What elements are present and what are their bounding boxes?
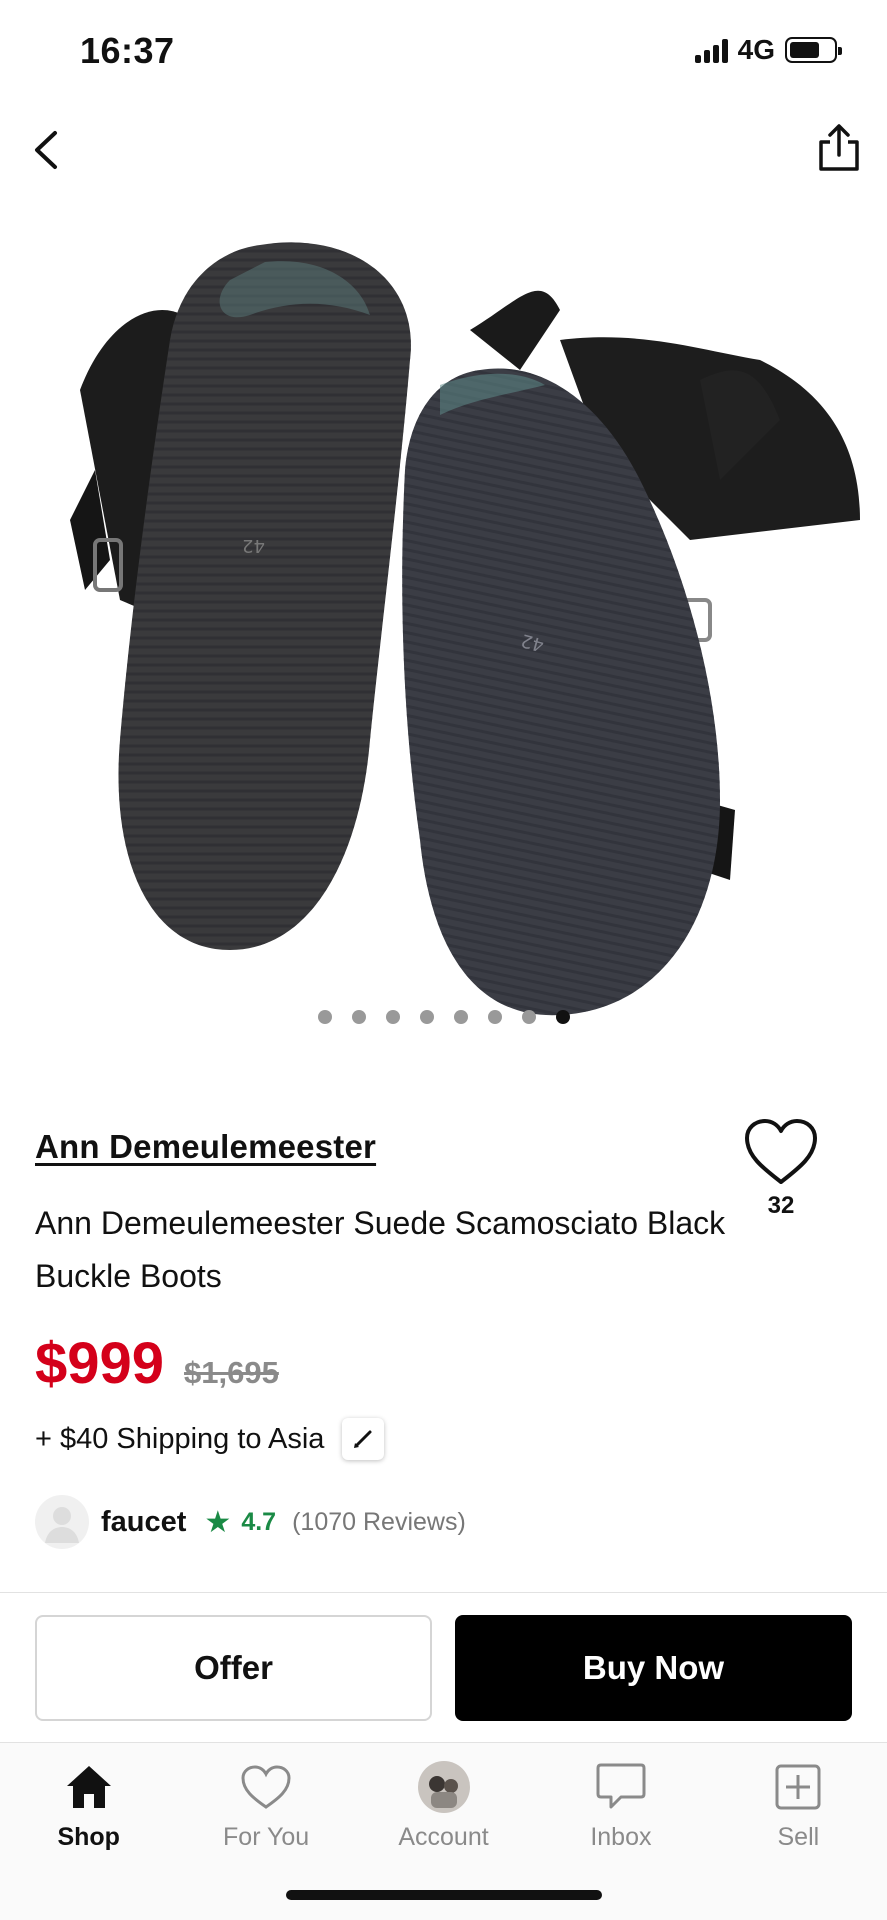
edit-shipping-button[interactable]: [342, 1418, 385, 1460]
network-type: 4G: [737, 34, 775, 65]
pencil-icon: [354, 1430, 372, 1448]
tab-label: Sell: [777, 1823, 820, 1851]
share-icon: [819, 124, 859, 171]
seller-name[interactable]: faucet: [101, 1506, 186, 1539]
avatar-icon: [414, 1757, 474, 1817]
status-bar: 16:37 4G: [0, 0, 887, 100]
heart-icon: [745, 1119, 817, 1184]
seller-avatar: [35, 1495, 89, 1549]
carousel-dot[interactable]: [317, 1010, 332, 1024]
tab-label: For You: [223, 1823, 310, 1851]
seller-rating: 4.7: [241, 1507, 277, 1536]
tab-label: Account: [398, 1823, 489, 1851]
price: $999: [35, 1331, 165, 1396]
carousel-dot[interactable]: [521, 1010, 536, 1024]
share-button[interactable]: [809, 116, 869, 180]
carousel-dot[interactable]: [555, 1010, 570, 1024]
image-carousel-dots[interactable]: [0, 1010, 887, 1024]
tab-label: Inbox: [590, 1823, 652, 1851]
home-icon: [59, 1757, 119, 1817]
tab-label: Shop: [57, 1823, 120, 1851]
brand-link[interactable]: Ann Demeulemeester: [35, 1128, 376, 1166]
back-button[interactable]: [18, 122, 74, 178]
carousel-dot[interactable]: [487, 1010, 502, 1024]
tab-shop[interactable]: Shop: [0, 1743, 177, 1920]
shipping-row: + $40 Shipping to Asia: [35, 1418, 385, 1460]
seller-row[interactable]: faucet ★ 4.7 (1070 Reviews): [35, 1495, 466, 1549]
tab-bar: Shop For You Account Inbox Sell: [0, 1742, 887, 1920]
like-count: 32: [767, 1192, 795, 1219]
price-row: $999 $1,695: [35, 1330, 279, 1397]
chevron-left-icon: [35, 131, 57, 169]
boots-photo: 42 42: [70, 242, 860, 1016]
home-indicator[interactable]: [286, 1890, 602, 1900]
signal-icon: [694, 37, 728, 63]
carousel-dot[interactable]: [453, 1010, 468, 1024]
product-image[interactable]: 42 42: [0, 220, 887, 1020]
like-button[interactable]: 32: [743, 1118, 819, 1220]
status-indicators: 4G: [694, 34, 842, 66]
plus-square-icon: [768, 1757, 828, 1817]
heart-icon: [236, 1757, 296, 1817]
product-title: Ann Demeulemeester Suede Scamosciato Bla…: [35, 1205, 726, 1294]
shipping-text: + $40 Shipping to Asia: [35, 1422, 325, 1455]
carousel-dot[interactable]: [419, 1010, 434, 1024]
top-nav: [0, 110, 887, 190]
svg-text:42: 42: [242, 535, 265, 556]
action-bar: Offer Buy Now: [0, 1592, 887, 1742]
battery-icon: [785, 37, 842, 63]
carousel-dot[interactable]: [351, 1010, 366, 1024]
buy-now-button[interactable]: Buy Now: [455, 1615, 852, 1721]
star-icon: ★: [204, 1505, 232, 1539]
default-avatar-icon: [45, 1507, 79, 1543]
carousel-dot[interactable]: [385, 1010, 400, 1024]
tab-sell[interactable]: Sell: [710, 1743, 887, 1920]
chat-icon: [591, 1757, 651, 1817]
offer-button[interactable]: Offer: [35, 1615, 432, 1721]
seller-reviews[interactable]: (1070 Reviews): [292, 1508, 466, 1537]
status-time: 16:37: [80, 30, 175, 71]
original-price: $1,695: [184, 1355, 279, 1390]
